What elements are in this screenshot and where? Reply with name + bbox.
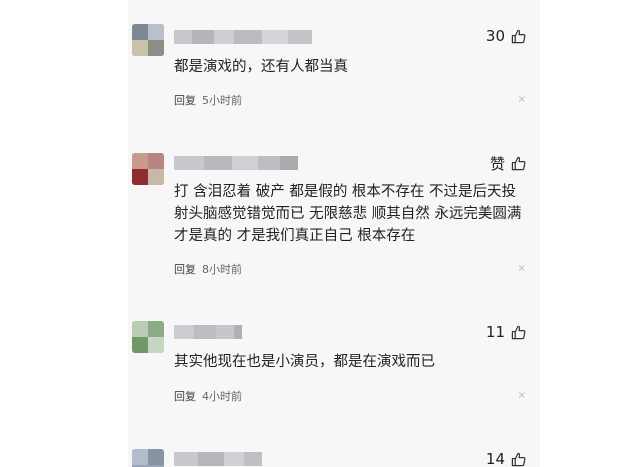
thumbs-up-icon[interactable]: [511, 156, 526, 171]
close-icon[interactable]: ×: [518, 390, 526, 401]
avatar[interactable]: [132, 321, 164, 353]
comment-text: 打 含泪忍着 破产 都是假的 根本不存在 不过是后天投射头脑感觉错觉而已 无限慈…: [174, 184, 522, 244]
like-counter[interactable]: 赞: [490, 153, 526, 174]
comment-meta: 回复 5小时前: [174, 92, 242, 108]
thumbs-up-icon[interactable]: [511, 452, 526, 467]
comment-panel: 30 都是演戏的，还有人都当真 回复 5小时前 × 赞 打 含泪忍着 破产 都是…: [128, 0, 540, 467]
close-icon[interactable]: ×: [518, 263, 526, 274]
like-counter[interactable]: 14: [486, 450, 526, 467]
like-counter[interactable]: 30: [486, 27, 526, 45]
comment-time: 8小时前: [202, 263, 242, 276]
username-blurred[interactable]: [174, 325, 242, 339]
like-count: 11: [485, 323, 505, 341]
close-icon[interactable]: ×: [518, 94, 526, 105]
reply-button[interactable]: 回复: [174, 92, 196, 108]
thumbs-up-icon[interactable]: [511, 325, 526, 340]
username-blurred[interactable]: [174, 452, 262, 466]
avatar[interactable]: [132, 153, 164, 185]
reply-button[interactable]: 回复: [174, 388, 196, 404]
username-blurred[interactable]: [174, 156, 298, 170]
comment-meta: 回复 8小时前: [174, 261, 242, 277]
comment-time: 4小时前: [202, 390, 242, 403]
comment-text: 都是演戏的，还有人都当真: [174, 59, 348, 75]
like-label: 赞: [489, 155, 505, 173]
like-count: 30: [485, 27, 505, 45]
avatar[interactable]: [132, 24, 164, 56]
comment-time: 5小时前: [202, 94, 242, 107]
avatar[interactable]: [132, 449, 164, 467]
like-counter[interactable]: 11: [486, 323, 526, 341]
comment-text: 其实他现在也是小演员，都是在演戏而已: [174, 354, 435, 370]
like-count: 14: [485, 450, 505, 467]
username-blurred[interactable]: [174, 30, 312, 44]
comment-meta: 回复 4小时前: [174, 388, 242, 404]
reply-button[interactable]: 回复: [174, 261, 196, 277]
thumbs-up-icon[interactable]: [511, 29, 526, 44]
